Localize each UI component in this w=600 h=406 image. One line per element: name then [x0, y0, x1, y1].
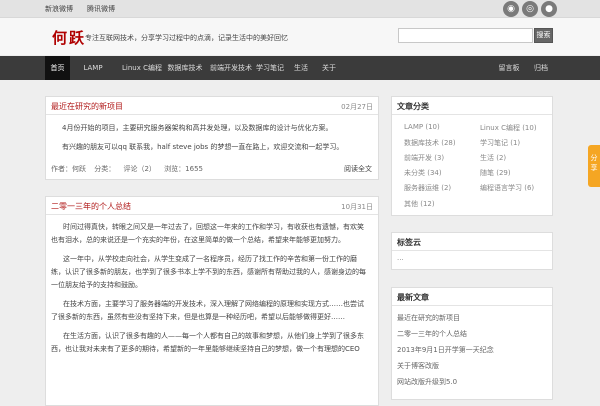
rss-icon[interactable]: ◉ — [503, 1, 519, 17]
post-content: 时间过得真快，转眼之间又是一年过去了，回想这一年来的工作和学习，有收获也有遗憾，… — [51, 221, 368, 362]
site-header: 何跃 专注互联网技术，分享学习过程中的点滴，记录生活中的美好回忆 搜索 — [0, 18, 600, 55]
tags-widget: 标签云 ... — [391, 232, 553, 270]
category-item[interactable]: 未分类 (34) — [404, 168, 442, 178]
recent-post-link[interactable]: 网站改版升级到5.0 — [397, 377, 457, 387]
tag-cloud-placeholder: ... — [397, 254, 404, 262]
nav-item-lamp[interactable]: LAMP — [76, 56, 110, 80]
widget-title: 最新文章 — [397, 293, 429, 302]
post-paragraph: 这一年中，从学校走向社会，从学生变成了一名程序员，经历了找工作的辛苦和第一份工作… — [51, 255, 366, 289]
nav-item-life[interactable]: 生活 — [293, 56, 309, 80]
topbar-link-weibo[interactable]: 新浪微博 — [45, 4, 73, 14]
category-item[interactable]: LAMP (10) — [404, 123, 440, 131]
post-paragraph: 4月份开始的项目，主要研究服务器架构和高并发处理，以及数据库的设计与优化方案。 — [62, 124, 333, 132]
nav-item-linux-c[interactable]: Linux C编程 — [114, 56, 170, 80]
category-item[interactable]: 前端开发 (3) — [404, 153, 444, 163]
post-card: 最近在研究的新项目 02月27日 4月份开始的项目，主要研究服务器架构和高并发处… — [45, 96, 379, 180]
site-logo[interactable]: 何跃 — [52, 27, 86, 48]
topbar-link-tencent[interactable]: 腾讯微博 — [87, 4, 115, 14]
nav-item-about[interactable]: 关于 — [321, 56, 337, 80]
post-title[interactable]: 最近在研究的新项目 — [51, 101, 123, 112]
nav-item-database[interactable]: 数据库技术 — [165, 56, 205, 80]
recent-post-link[interactable]: 2013年9月1日开学第一天纪念 — [397, 345, 494, 355]
nav-item-notes[interactable]: 学习笔记 — [251, 56, 289, 80]
recent-post-link[interactable]: 二零一三年的个人总结 — [397, 329, 467, 339]
post-paragraph: 在技术方面，主要学习了服务器端的开发技术，深入理解了网络编程的原理和实现方式……… — [51, 300, 364, 321]
category-item[interactable]: 数据库技术 (28) — [404, 138, 456, 148]
read-more-link[interactable]: 阅读全文 — [344, 164, 372, 174]
widget-divider — [392, 114, 552, 115]
nav-item-frontend[interactable]: 前端开发技术 — [206, 56, 256, 80]
search-input[interactable] — [398, 28, 533, 43]
post-card: 二零一三年的个人总结 10月31日 时间过得真快，转眼之间又是一年过去了，回想这… — [45, 196, 379, 406]
post-paragraph: 时间过得真快，转眼之间又是一年过去了，回想这一年来的工作和学习，有收获也有遗憾，… — [51, 223, 364, 244]
weibo-icon[interactable]: ◎ — [522, 1, 538, 17]
widget-divider — [392, 305, 552, 306]
recent-post-link[interactable]: 最近在研究的新项目 — [397, 313, 460, 323]
search-button[interactable]: 搜索 — [534, 28, 553, 43]
category-item[interactable]: 学习笔记 (1) — [480, 138, 520, 148]
recent-post-link[interactable]: 关于博客改版 — [397, 361, 439, 371]
post-excerpt: 4月份开始的项目，主要研究服务器架构和高并发处理，以及数据库的设计与优化方案。 … — [62, 122, 368, 160]
nav-item-home[interactable]: 首页 — [45, 56, 70, 80]
nav-item-guestbook[interactable]: 留言板 — [494, 56, 524, 80]
category-item[interactable]: 编程语言学习 (6) — [480, 183, 534, 193]
qq-icon[interactable]: ● — [541, 1, 557, 17]
post-paragraph: 在生活方面，认识了很多有趣的人——每一个人都有自己的故事和梦想，从他们身上学到了… — [51, 332, 364, 353]
category-item[interactable]: 服务器运维 (2) — [404, 183, 451, 193]
post-date: 10月31日 — [341, 203, 373, 211]
post-paragraph: 有兴趣的朋友可以qq 联系我，half steve jobs 的梦想一直在路上，… — [62, 143, 344, 151]
share-tab[interactable]: 分享 — [588, 145, 600, 187]
category-item[interactable]: Linux C编程 (10) — [480, 123, 537, 133]
post-author[interactable]: 作者：何跃 — [51, 165, 86, 173]
top-bar: 新浪微博 腾讯微博 ◉ ◎ ● — [0, 0, 600, 18]
category-item[interactable]: 随笔 (29) — [480, 168, 511, 178]
widget-title: 标签云 — [397, 238, 421, 247]
post-comments[interactable]: 评论（2） — [123, 165, 155, 173]
post-category[interactable]: 分类： — [94, 165, 115, 173]
site-tagline: 专注互联网技术，分享学习过程中的点滴，记录生活中的美好回忆 — [85, 34, 288, 42]
post-date: 02月27日 — [341, 103, 373, 111]
main-nav: 首页 LAMP Linux C编程 数据库技术 前端开发技术 学习笔记 生活 关… — [0, 56, 600, 80]
nav-item-archive[interactable]: 归档 — [533, 56, 549, 80]
recent-posts-widget: 最新文章 最近在研究的新项目 二零一三年的个人总结 2013年9月1日开学第一天… — [391, 287, 553, 400]
post-meta: 作者：何跃 分类： 评论（2） 浏览：1655 — [51, 164, 209, 174]
widget-title: 文章分类 — [397, 102, 429, 111]
categories-widget: 文章分类 LAMP (10) Linux C编程 (10) 数据库技术 (28)… — [391, 96, 553, 216]
post-views: 浏览：1655 — [164, 165, 203, 173]
category-item[interactable]: 生活 (2) — [480, 153, 506, 163]
category-item[interactable]: 其他 (12) — [404, 199, 435, 209]
widget-divider — [392, 250, 552, 251]
post-title[interactable]: 二零一三年的个人总结 — [51, 201, 131, 212]
